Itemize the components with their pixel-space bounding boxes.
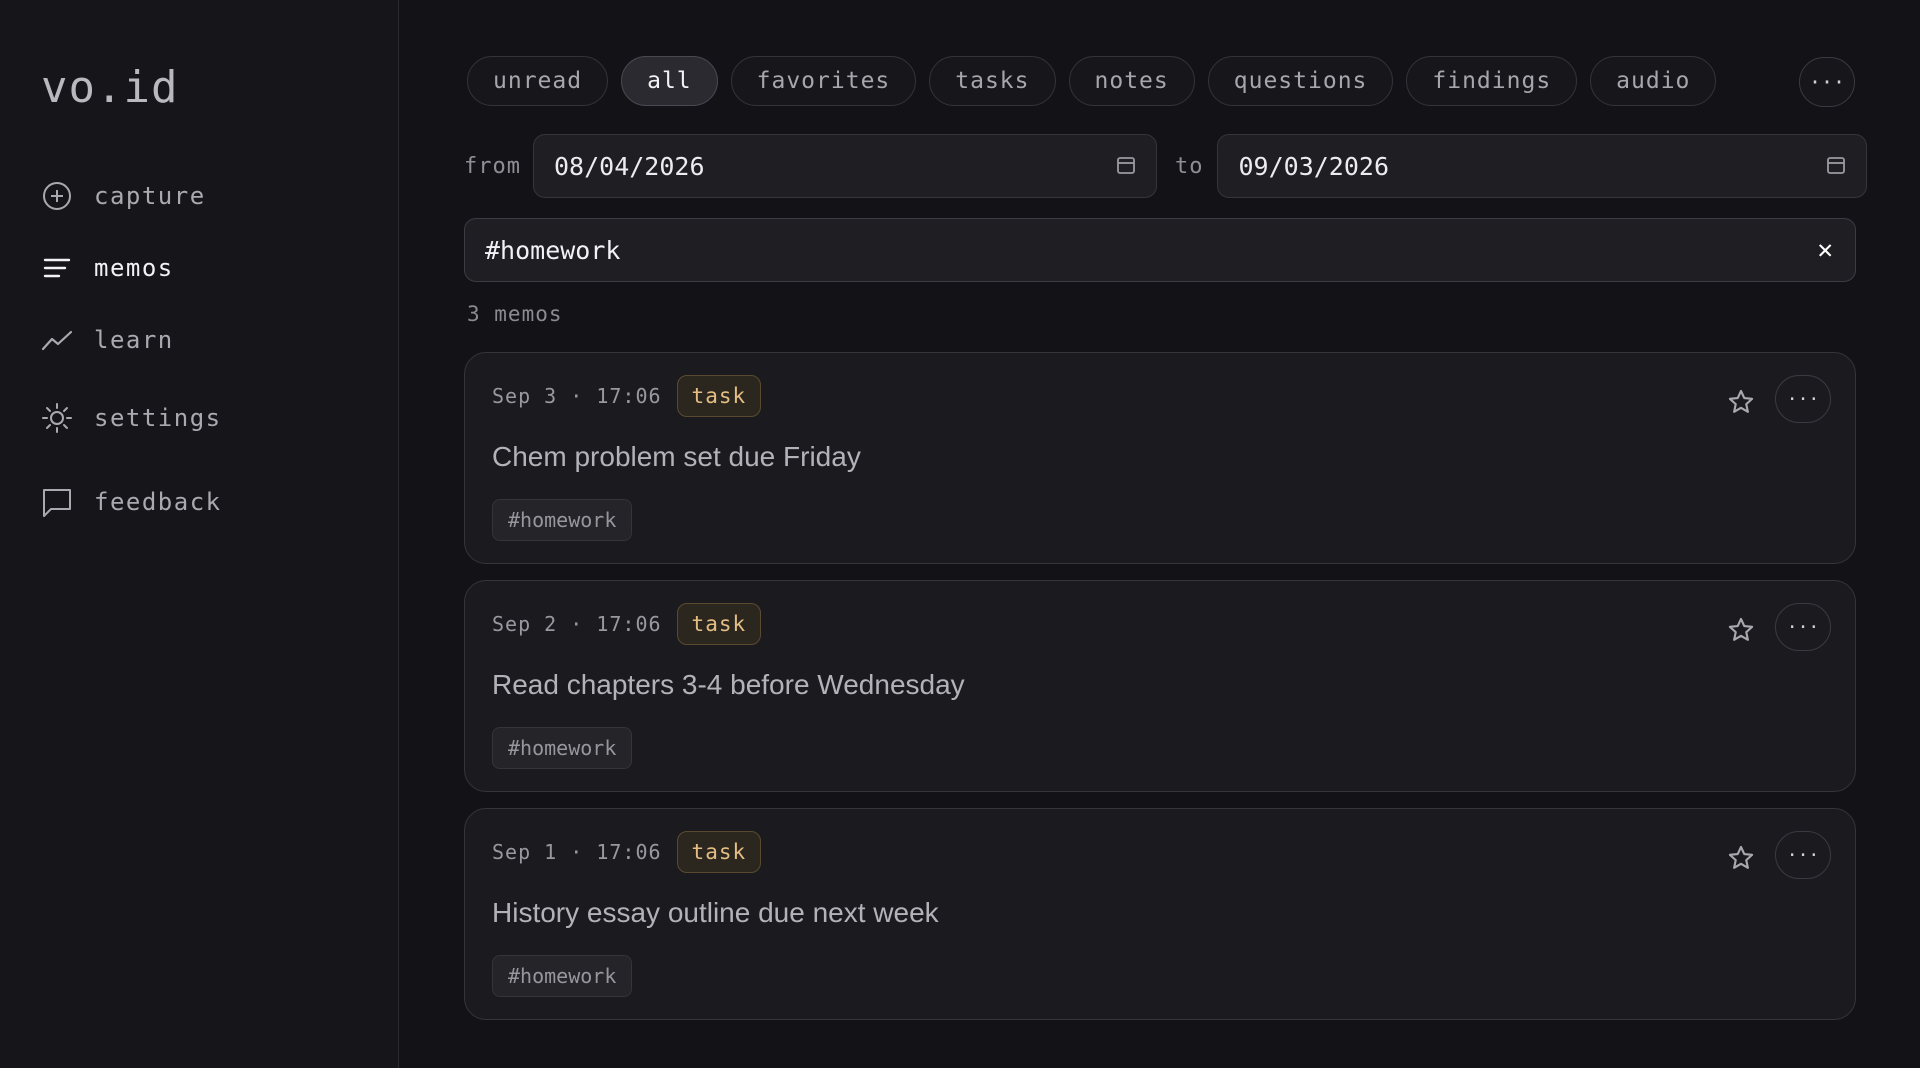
calendar-icon[interactable]	[1826, 152, 1846, 181]
sidebar-item-learn[interactable]: learn	[41, 322, 398, 358]
memo-type-badge: task	[676, 375, 762, 417]
date-to-label: to	[1174, 153, 1204, 179]
memo-more-button[interactable]: ···	[1775, 603, 1831, 651]
chat-bubble-icon	[41, 486, 73, 518]
favorite-star-icon[interactable]	[1723, 612, 1759, 648]
sidebar-item-label: memos	[94, 254, 174, 282]
memo-type-badge: task	[676, 831, 762, 873]
filter-chip-questions[interactable]: questions	[1207, 56, 1394, 106]
search-input[interactable]	[485, 235, 1685, 265]
filter-chip-favorites[interactable]: favorites	[730, 56, 917, 106]
sidebar-item-label: capture	[94, 182, 206, 210]
memo-date: Sep 3 · 17:06	[492, 384, 662, 408]
filter-chip-all[interactable]: all	[621, 56, 718, 106]
sidebar-item-capture[interactable]: capture	[41, 178, 398, 214]
memo-card[interactable]: Sep 1 · 17:06 task History essay outline…	[464, 808, 1856, 1020]
memo-tag[interactable]: #homework	[492, 955, 633, 997]
favorite-star-icon[interactable]	[1723, 384, 1759, 420]
memo-type-badge: task	[676, 603, 762, 645]
filter-chips: unread all favorites tasks notes questio…	[467, 56, 1717, 106]
memo-more-button[interactable]: ···	[1775, 831, 1831, 879]
calendar-icon[interactable]	[1116, 152, 1136, 181]
filter-chip-notes[interactable]: notes	[1068, 56, 1195, 106]
sidebar: vo.id capture memos learn settings feedb…	[0, 0, 399, 1068]
memo-tag[interactable]: #homework	[492, 499, 633, 541]
memo-meta: Sep 2 · 17:06 task	[492, 603, 762, 645]
filter-chip-audio[interactable]: audio	[1590, 56, 1717, 106]
filter-chip-tasks[interactable]: tasks	[929, 56, 1056, 106]
app-root: vo.id capture memos learn settings feedb…	[0, 0, 1920, 1068]
date-to-value: 09/03/2026	[1238, 151, 1389, 181]
sun-gear-icon	[41, 402, 73, 434]
clear-search-button[interactable]: ✕	[1817, 235, 1833, 265]
filter-chip-findings[interactable]: findings	[1406, 56, 1578, 106]
memo-date: Sep 1 · 17:06	[492, 840, 662, 864]
search-field[interactable]: ✕	[464, 218, 1856, 282]
lines-icon	[41, 252, 73, 284]
trend-line-icon	[41, 324, 73, 356]
date-from-value: 08/04/2026	[553, 151, 705, 181]
date-range: from 08/04/2026 to 09/03/2026	[464, 134, 1868, 198]
memo-date: Sep 2 · 17:06	[492, 612, 662, 636]
filter-chip-unread[interactable]: unread	[467, 56, 609, 106]
memo-card[interactable]: Sep 2 · 17:06 task Read chapters 3-4 bef…	[464, 580, 1856, 792]
sidebar-item-feedback[interactable]: feedback	[41, 484, 398, 520]
sidebar-item-label: learn	[94, 326, 174, 354]
sidebar-item-memos[interactable]: memos	[41, 250, 398, 286]
memo-meta: Sep 1 · 17:06 task	[492, 831, 762, 873]
sidebar-item-label: feedback	[94, 488, 222, 516]
memo-tag[interactable]: #homework	[492, 727, 633, 769]
favorite-star-icon[interactable]	[1723, 840, 1759, 876]
main-content: unread all favorites tasks notes questio…	[399, 0, 1920, 1068]
app-logo: vo.id	[41, 62, 179, 113]
sidebar-item-label: settings	[94, 404, 222, 432]
memo-more-button[interactable]: ···	[1775, 375, 1831, 423]
memo-title: Chem problem set due Friday	[492, 441, 861, 472]
plus-circle-icon	[41, 180, 73, 212]
memo-card[interactable]: Sep 3 · 17:06 task Chem problem set due …	[464, 352, 1856, 564]
memo-title: History essay outline due next week	[492, 897, 939, 928]
sidebar-item-settings[interactable]: settings	[41, 400, 398, 436]
memo-meta: Sep 3 · 17:06 task	[492, 375, 762, 417]
date-from-label: from	[464, 153, 521, 179]
memo-title: Read chapters 3-4 before Wednesday	[492, 669, 965, 700]
memo-count: 3 memos	[467, 302, 563, 326]
date-to-input[interactable]: 09/03/2026	[1217, 134, 1868, 198]
filters-more-button[interactable]: ···	[1799, 57, 1855, 107]
date-from-input[interactable]: 08/04/2026	[532, 134, 1157, 198]
